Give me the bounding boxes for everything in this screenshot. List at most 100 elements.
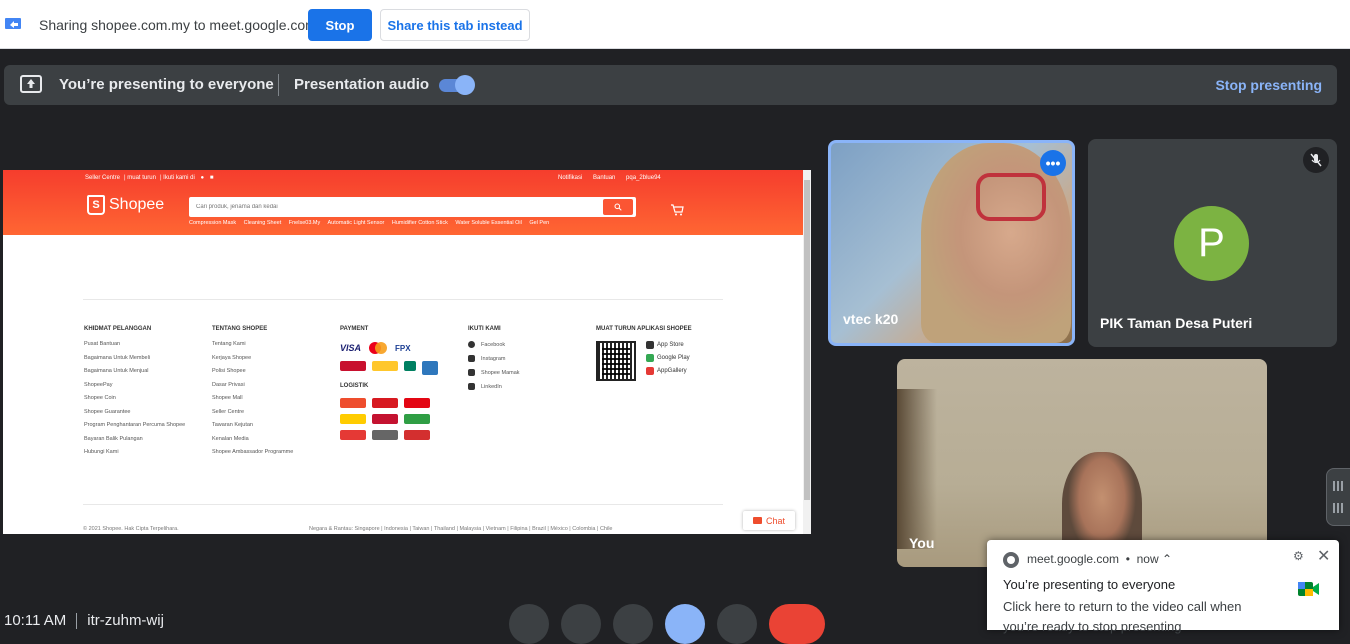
seller-centre-link[interactable]: Seller Centre — [85, 175, 120, 181]
dhl-logo — [340, 414, 366, 424]
presentation-audio-label: Presentation audio — [294, 76, 430, 93]
footer-link[interactable]: Shopee Ambassador Programme — [212, 449, 293, 455]
suggestion-tag[interactable]: Humidifier Cotton Stick — [392, 220, 448, 226]
meeting-code[interactable]: itr-zuhm-wij — [87, 612, 164, 629]
linkedin-link[interactable]: LinkedIn — [468, 383, 520, 390]
column-heading: LOGISTIK — [340, 383, 369, 389]
footer-link[interactable]: Bayaran Balik Pulangan — [84, 436, 185, 442]
chrome-notification[interactable]: meet.google.com • now ⌃ ⚙ ✕ You’re prese… — [987, 540, 1339, 634]
footer-link[interactable]: Dasar Privasi — [212, 382, 293, 388]
shopee-chat-button[interactable]: Chat — [743, 511, 795, 530]
download-link[interactable]: muat turun — [127, 175, 156, 181]
chat-icon — [752, 517, 762, 524]
social-label: Facebook — [481, 341, 506, 348]
screen-share-bar: Sharing shopee.com.my to meet.google.com… — [0, 0, 1350, 49]
suggestion-tag[interactable]: Cleaning Sheet — [244, 220, 282, 226]
mastercard-logo — [367, 341, 389, 355]
shopee-mamak-link[interactable]: Shopee Mamak — [468, 369, 520, 376]
stop-presenting-button[interactable]: Stop presenting — [1215, 77, 1322, 93]
footer-link[interactable]: Tawaran Kejutan — [212, 422, 293, 428]
collapse-arrows-icon — [1333, 481, 1345, 491]
page-scrollbar[interactable] — [803, 170, 811, 534]
qr-code — [596, 341, 636, 381]
store-label: App Store — [657, 342, 684, 348]
footer-link[interactable]: Kerjaya Shopee — [212, 355, 293, 361]
presentation-audio-toggle[interactable] — [437, 75, 475, 95]
app-gallery-badge[interactable]: AppGallery — [646, 367, 690, 375]
screen-share-icon — [5, 18, 21, 29]
shopee-logo[interactable]: S Shopee — [87, 195, 164, 215]
country-links[interactable]: Negara & Rantau: Singapore | Indonesia |… — [309, 526, 613, 532]
facebook-icon[interactable]: ● — [201, 175, 205, 181]
share-this-tab-button[interactable]: Share this tab instead — [380, 9, 530, 41]
participant-tile-pik[interactable]: P PIK Taman Desa Puteri — [1088, 139, 1337, 347]
facebook-icon — [468, 341, 475, 348]
search-suggestions: Compression Mask Cleaning Sheet Fnelse03… — [189, 220, 555, 226]
stop-sharing-button[interactable]: Stop — [308, 9, 372, 41]
apple-icon — [646, 341, 654, 349]
footer-link[interactable]: Shopee Coin — [84, 395, 185, 401]
search-button[interactable] — [603, 199, 633, 215]
participant-avatar: P — [1174, 206, 1249, 281]
app-store-badge[interactable]: App Store — [646, 341, 690, 349]
help-link[interactable]: Bantuan — [593, 175, 615, 181]
follow-us-text: Ikuti kami di — [163, 175, 195, 181]
app-download-area: App Store Google Play AppGallery — [596, 341, 692, 381]
payment-logos: VISA FPX — [340, 341, 440, 375]
instagram-icon[interactable]: ■ — [210, 175, 214, 181]
shopee-bag-icon: S — [87, 195, 105, 215]
present-button[interactable] — [665, 604, 705, 644]
facebook-link[interactable]: Facebook — [468, 341, 520, 348]
more-options-button[interactable] — [717, 604, 757, 644]
visa-logo: VISA — [340, 343, 362, 353]
microphone-button[interactable] — [509, 604, 549, 644]
participant-tile-vtec[interactable]: ••• vtec k20 — [828, 140, 1075, 346]
captions-button[interactable] — [613, 604, 653, 644]
mic-muted-icon — [1303, 147, 1329, 173]
footer-link[interactable]: Tentang Kami — [212, 341, 293, 347]
google-meet-icon — [1298, 582, 1319, 596]
notification-origin: meet.google.com — [1027, 552, 1120, 566]
more-options-icon[interactable]: ••• — [1040, 150, 1066, 176]
details-divider — [76, 613, 78, 630]
shopee-mamak-icon — [468, 369, 475, 376]
camera-button[interactable] — [561, 604, 601, 644]
suggestion-tag[interactable]: Gel Pen — [529, 220, 549, 226]
cart-icon[interactable] — [670, 204, 684, 216]
footer-link[interactable]: ShopeePay — [84, 382, 185, 388]
suggestion-tag[interactable]: Fnelse03.My — [289, 220, 321, 226]
shared-screen: Seller Centre | muat turun | Ikuti kami di… — [3, 170, 811, 534]
footer-link[interactable]: Kenalan Media — [212, 436, 293, 442]
amex-logo — [422, 361, 438, 375]
meeting-details: 10:11 AM itr-zuhm-wij — [4, 612, 164, 630]
shopee-search-input[interactable] — [189, 197, 599, 217]
account-username[interactable]: pqa_2blue94 — [626, 175, 661, 181]
shopee-top-nav: Seller Centre | muat turun | Ikuti kami di… — [85, 175, 214, 181]
suggestion-tag[interactable]: Automatic Light Sensor — [328, 220, 385, 226]
search-icon — [614, 203, 622, 211]
footer-link[interactable]: Bagaimana Untuk Membeli — [84, 355, 185, 361]
leave-call-button[interactable] — [769, 604, 825, 644]
footer-link[interactable]: Hubungi Kami — [84, 449, 185, 455]
footer-link[interactable]: Program Penghantaran Percuma Shopee — [84, 422, 185, 428]
drag-grip-icon — [1333, 503, 1345, 513]
footer-link[interactable]: Pusat Bantuan — [84, 341, 185, 347]
footer-link[interactable]: Bagaimana Untuk Menjual — [84, 368, 185, 374]
footer-divider — [83, 299, 723, 300]
close-icon[interactable]: ✕ — [1317, 546, 1330, 566]
suggestion-tag[interactable]: Compression Mask — [189, 220, 236, 226]
toggle-knob — [455, 75, 475, 95]
suggestion-tag[interactable]: Water Soluble Essential Oil — [455, 220, 521, 226]
google-play-badge[interactable]: Google Play — [646, 354, 690, 362]
footer-link[interactable]: Shopee Guarantee — [84, 409, 185, 415]
instagram-link[interactable]: Instagram — [468, 355, 520, 362]
footer-link[interactable]: Shopee Mall — [212, 395, 293, 401]
footer-link[interactable]: Polisi Shopee — [212, 368, 293, 374]
notification-link[interactable]: Notifikasi — [558, 175, 582, 181]
seven-eleven-logo — [404, 361, 416, 371]
side-panel-handle[interactable] — [1326, 468, 1350, 526]
scrollbar-thumb[interactable] — [804, 180, 810, 500]
participant-tile-you[interactable]: You — [897, 359, 1267, 567]
gear-icon[interactable]: ⚙ — [1293, 549, 1304, 563]
footer-link[interactable]: Seller Centre — [212, 409, 293, 415]
